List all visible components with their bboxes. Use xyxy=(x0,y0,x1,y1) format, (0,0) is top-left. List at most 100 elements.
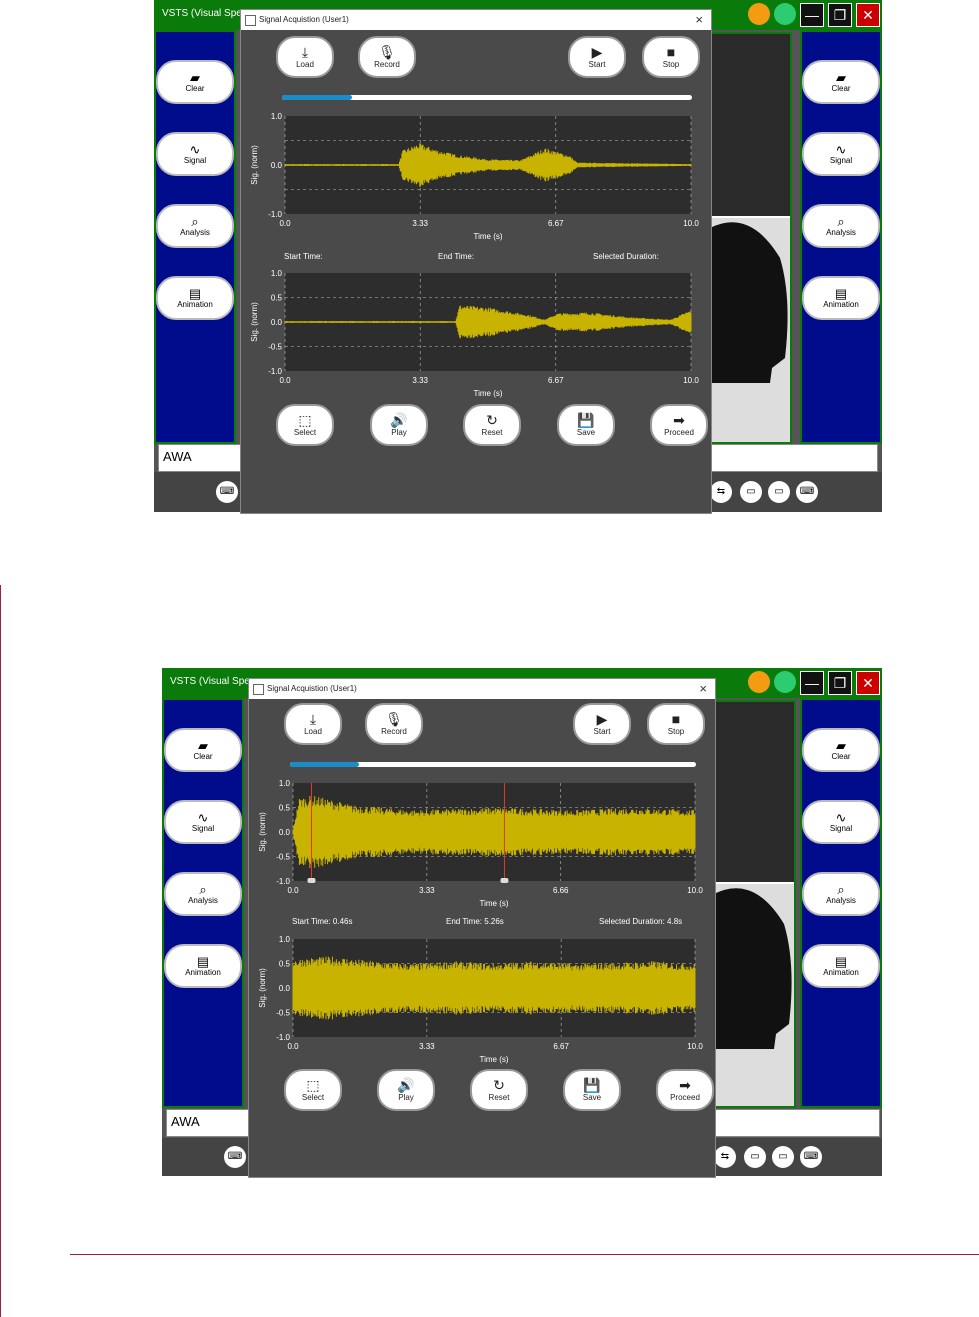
load-button[interactable]: ⤓ Load xyxy=(284,703,342,745)
maximize-button[interactable]: ❐ xyxy=(828,3,852,27)
window-controls: — ❐ ✕ xyxy=(748,671,880,695)
toggle-icon[interactable]: ⇆ xyxy=(710,481,732,503)
save-button[interactable]: 💾 Save xyxy=(557,404,615,446)
select-button[interactable]: ⬚ Select xyxy=(284,1069,342,1111)
arrow-right-icon: ➡ xyxy=(679,1077,691,1093)
head-silhouette-icon xyxy=(714,888,794,1109)
microphone-icon: 🎙 xyxy=(385,711,403,727)
text-input[interactable]: AWA xyxy=(163,449,192,464)
screenshot-1: VSTS (Visual Spee — ❐ ✕ ▰ Clear ∿ Signal ⌕… xyxy=(154,0,882,514)
text-input[interactable]: AWA xyxy=(171,1114,200,1129)
animation-button[interactable]: ▤ Animation xyxy=(156,276,234,320)
selection-handle xyxy=(307,878,316,883)
analysis-button[interactable]: ⌕ Analysis xyxy=(156,204,234,248)
ruler-icon[interactable]: ▭ xyxy=(740,481,762,503)
animation-button[interactable]: ▤ Animation xyxy=(802,944,880,988)
x-tick-label: 10.0 xyxy=(687,886,703,895)
signal-button[interactable]: ∿ Signal xyxy=(164,800,242,844)
reset-button[interactable]: ↻ Reset xyxy=(463,404,521,446)
book-icon[interactable] xyxy=(748,3,770,25)
reset-button[interactable]: ↻ Reset xyxy=(470,1069,528,1111)
arrow-right-icon: ➡ xyxy=(673,412,685,428)
page-footer-rule xyxy=(70,1254,979,1255)
load-waveform-icon: ⤓ xyxy=(309,711,317,727)
cube-icon[interactable] xyxy=(774,671,796,693)
signal-button[interactable]: ∿ Signal xyxy=(802,132,880,176)
proceed-button[interactable]: ➡ Proceed xyxy=(656,1069,714,1111)
y-tick-label: 0.5 xyxy=(271,294,283,303)
clear-button[interactable]: ▰ Clear xyxy=(164,728,242,772)
play-button[interactable]: 🔊 Play xyxy=(377,1069,435,1111)
magnifier-icon: ⌕ xyxy=(191,214,199,229)
analysis-button[interactable]: ⌕ Analysis xyxy=(802,204,880,248)
clear-button[interactable]: ▰ Clear xyxy=(802,728,880,772)
y-tick-label: 1.0 xyxy=(279,935,291,944)
close-button[interactable]: ✕ xyxy=(856,3,880,27)
ruler-p-icon[interactable]: ▭ xyxy=(768,481,790,503)
signal-acquisition-dialog: Signal Acquistion (User1) × ⤓ Load 🎙 Recor… xyxy=(240,9,712,514)
x-tick-label: 0.0 xyxy=(287,1042,299,1051)
mini-plots xyxy=(714,702,794,882)
waveform-icon: ∿ xyxy=(835,142,847,157)
dialog-close-button[interactable]: × xyxy=(699,681,707,696)
ruler-icon[interactable]: ▭ xyxy=(744,1146,766,1168)
waveform-plot-selection[interactable]: 1.0 0.5 0.0 -0.5 -1.0 0.0 3.33 6.67 10.0 Time (s)… xyxy=(249,933,715,1065)
proceed-button[interactable]: ➡ Proceed xyxy=(650,404,708,446)
start-time-label: Start Time: 0.46s xyxy=(292,917,353,926)
y-axis-label: Sig. (norm) xyxy=(250,302,259,342)
play-button[interactable]: 🔊 Play xyxy=(370,404,428,446)
maximize-button[interactable]: ❐ xyxy=(828,671,852,695)
x-tick-label: 3.33 xyxy=(419,1042,435,1051)
y-tick-label: 0.5 xyxy=(279,804,291,813)
start-button[interactable]: ▶ Start xyxy=(568,36,626,78)
signal-button[interactable]: ∿ Signal xyxy=(156,132,234,176)
y-tick-label: 1.0 xyxy=(271,269,283,278)
waveform-icon: ∿ xyxy=(835,810,847,825)
y-tick-label: 0.0 xyxy=(271,318,283,327)
load-button[interactable]: ⤓ Load xyxy=(276,36,334,78)
start-time-label: Start Time: xyxy=(284,252,323,261)
minimize-button[interactable]: — xyxy=(800,3,824,27)
minimize-button[interactable]: — xyxy=(800,671,824,695)
end-time-label: End Time: 5.26s xyxy=(446,917,504,926)
speaker-icon: 🔊 xyxy=(397,1077,415,1093)
waveform-plot-full[interactable]: 1.0 0.0 -1.0 0.0 3.33 6.67 10.0 Time (s) Sig. (n… xyxy=(241,110,711,242)
analysis-button[interactable]: ⌕ Analysis xyxy=(802,872,880,916)
keyboard-icon[interactable]: ⌨ xyxy=(216,481,238,503)
keyboard-icon[interactable]: ⌨ xyxy=(224,1146,246,1168)
stop-button[interactable]: ■ Stop xyxy=(647,703,705,745)
animation-button[interactable]: ▤ Animation xyxy=(164,944,242,988)
analysis-button[interactable]: ⌕ Analysis xyxy=(164,872,242,916)
cube-icon[interactable] xyxy=(774,3,796,25)
record-button[interactable]: 🎙 Record xyxy=(358,36,416,78)
toggle-icon[interactable]: ⇆ xyxy=(714,1146,736,1168)
floppy-icon: 💾 xyxy=(577,412,595,428)
y-tick-label: -1.0 xyxy=(268,367,282,376)
keyboard-icon[interactable]: ⌨ xyxy=(796,481,818,503)
waveform-icon: ∿ xyxy=(189,142,201,157)
animation-button[interactable]: ▤ Animation xyxy=(802,276,880,320)
select-icon: ⬚ xyxy=(298,412,312,428)
ruler-p-icon[interactable]: ▭ xyxy=(772,1146,794,1168)
clear-button[interactable]: ▰ Clear xyxy=(156,60,234,104)
signal-button[interactable]: ∿ Signal xyxy=(802,800,880,844)
right-sidebar: ▰ Clear ∿ Signal ⌕ Analysis ▤ Animation xyxy=(800,698,882,1108)
dialog-close-button[interactable]: × xyxy=(695,12,703,27)
x-tick-label: 0.0 xyxy=(279,219,291,228)
x-axis-label: Time (s) xyxy=(479,899,508,908)
waveform-plot-selection[interactable]: 1.0 0.5 0.0 -0.5 -1.0 0.0 3.33 6.67 10.0 Time (s)… xyxy=(241,267,711,399)
book-icon[interactable] xyxy=(748,671,770,693)
keyboard-icon[interactable]: ⌨ xyxy=(800,1146,822,1168)
record-button[interactable]: 🎙 Record xyxy=(365,703,423,745)
stop-button[interactable]: ■ Stop xyxy=(642,36,700,78)
close-button[interactable]: ✕ xyxy=(856,671,880,695)
y-tick-label: 1.0 xyxy=(271,112,283,121)
save-button[interactable]: 💾 Save xyxy=(563,1069,621,1111)
floppy-icon: 💾 xyxy=(583,1077,601,1093)
left-sidebar: ▰ Clear ∿ Signal ⌕ Analysis ▤ Animation xyxy=(154,30,236,444)
waveform-plot-full[interactable]: 1.0 0.5 0.0 -0.5 -1.0 0.0 3.33 6.66 10.0 Time (s)… xyxy=(249,777,715,909)
start-button[interactable]: ▶ Start xyxy=(573,703,631,745)
head-animation xyxy=(714,884,794,1109)
select-button[interactable]: ⬚ Select xyxy=(276,404,334,446)
clear-button[interactable]: ▰ Clear xyxy=(802,60,880,104)
